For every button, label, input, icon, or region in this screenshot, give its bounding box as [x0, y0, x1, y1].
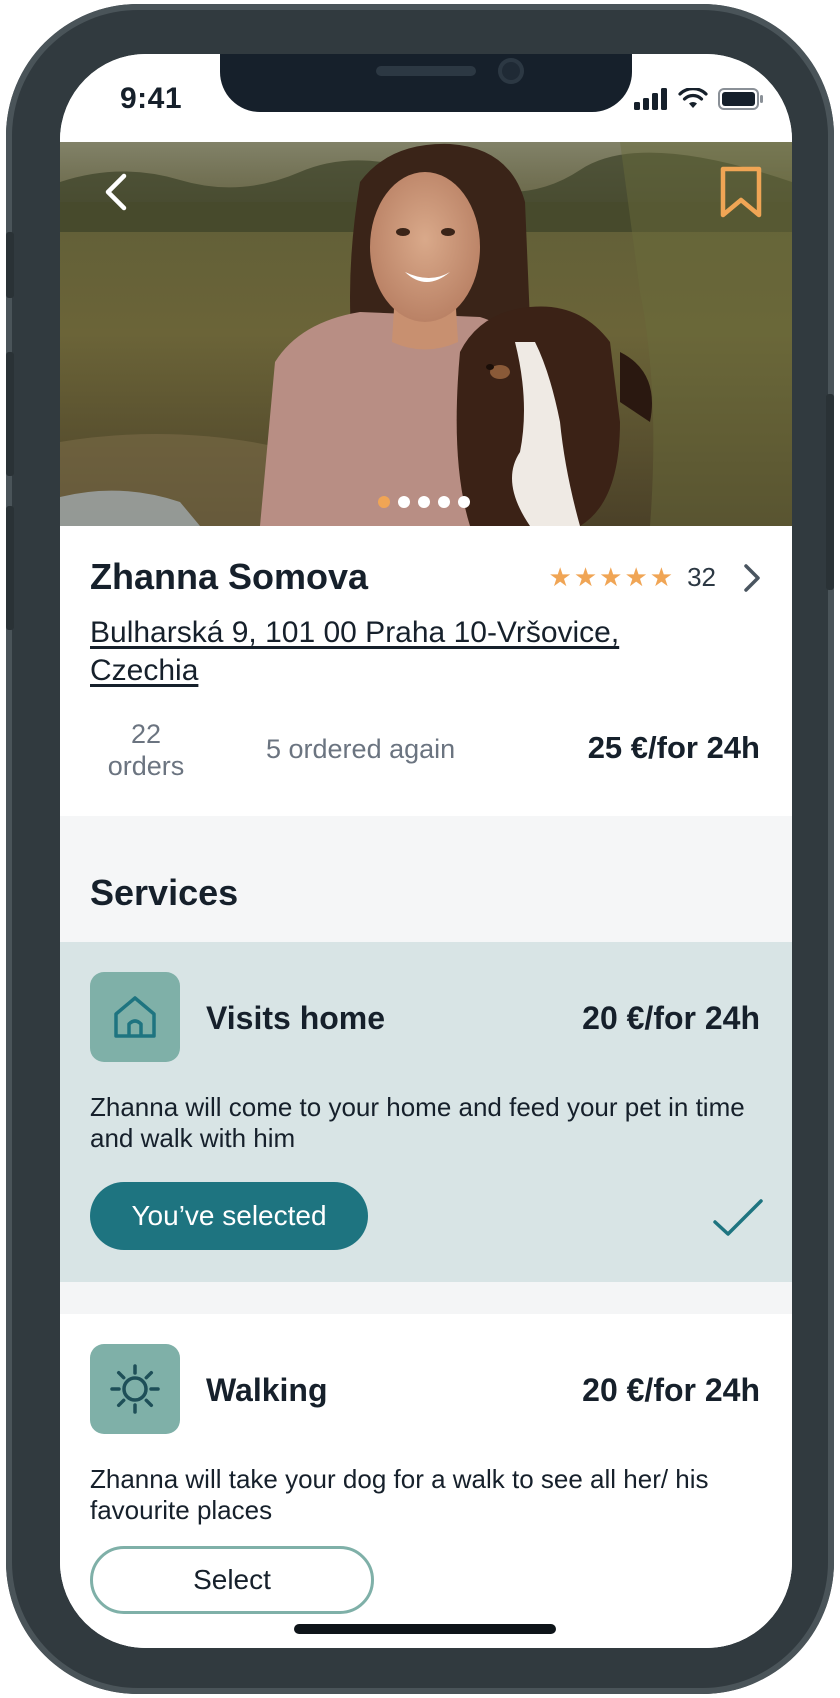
carousel-dots: [378, 496, 470, 508]
check-icon: [713, 1199, 763, 1236]
battery-icon: [718, 88, 763, 110]
carousel-dot[interactable]: [458, 496, 470, 508]
service-icon-box: [90, 1344, 180, 1434]
review-count: 32: [687, 562, 716, 592]
service-card-walking[interactable]: Walking 20 €/for 24h Zhanna will take yo…: [60, 1314, 792, 1648]
service-description: Zhanna will take your dog for a walk to …: [90, 1464, 709, 1525]
mute-switch: [6, 232, 14, 298]
bookmark-icon[interactable]: [716, 164, 766, 220]
volume-up-button: [6, 352, 14, 476]
wifi-icon: [678, 88, 708, 108]
profile-photo-carousel[interactable]: [60, 142, 792, 526]
sitter-price: 25 €/for 24h: [587, 730, 760, 765]
service-name: Walking: [206, 1372, 328, 1408]
status-icons: [634, 88, 764, 110]
carousel-dot[interactable]: [418, 496, 430, 508]
carousel-dot[interactable]: [438, 496, 450, 508]
service-card-visits-home[interactable]: Visits home 20 €/for 24h Zhanna will com…: [60, 942, 792, 1282]
services-section: Services Visits home 20 €/for 24h Zhanna…: [60, 816, 792, 1648]
back-chevron-icon[interactable]: [94, 168, 142, 216]
service-description: Zhanna will come to your home and feed y…: [90, 1092, 745, 1153]
orders-count: 22 orders: [107, 719, 185, 781]
signal-icon: [634, 88, 667, 110]
rating-summary[interactable]: ★★★★★ 32: [549, 562, 762, 593]
carousel-dot[interactable]: [398, 496, 410, 508]
service-price: 20 €/for 24h: [582, 1372, 760, 1408]
volume-down-button: [6, 506, 14, 630]
speaker: [376, 66, 476, 76]
home-indicator[interactable]: [294, 1624, 556, 1634]
sitter-stats: 22 orders 5 ordered again 25 €/for 24h: [60, 714, 792, 794]
services-header: Services: [60, 816, 792, 942]
screen: 9:41 Zhanna Somova ★★★★★ 32 Bulharská 9,…: [60, 54, 792, 1648]
status-time: 9:41: [120, 82, 183, 115]
status-bar: 9:41: [60, 54, 792, 142]
selected-button[interactable]: You’ve selected: [90, 1182, 368, 1250]
carousel-dot-active[interactable]: [378, 496, 390, 508]
rating-stars: ★★★★★: [548, 562, 676, 592]
notch: [220, 54, 632, 112]
sitter-profile: Zhanna Somova ★★★★★ 32 Bulharská 9, 101 …: [60, 526, 792, 816]
services-title: Services: [90, 872, 239, 913]
sun-icon: [110, 1364, 160, 1414]
front-camera: [498, 58, 524, 84]
sitter-address-link[interactable]: Bulharská 9, 101 00 Praha 10-Vršovice, C…: [90, 614, 710, 690]
service-name: Visits home: [206, 1000, 386, 1036]
service-price: 20 €/for 24h: [582, 1000, 760, 1036]
phone-frame: 9:41 Zhanna Somova ★★★★★ 32 Bulharská 9,…: [6, 4, 834, 1694]
house-icon: [114, 996, 156, 1038]
ordered-again-count: 5 ordered again: [266, 734, 456, 764]
service-icon-box: [90, 972, 180, 1062]
power-button: [826, 394, 834, 590]
chevron-right-icon[interactable]: [742, 563, 762, 593]
sitter-name: Zhanna Somova: [90, 556, 369, 597]
select-button[interactable]: Select: [90, 1546, 374, 1614]
profile-photo: [60, 142, 792, 526]
